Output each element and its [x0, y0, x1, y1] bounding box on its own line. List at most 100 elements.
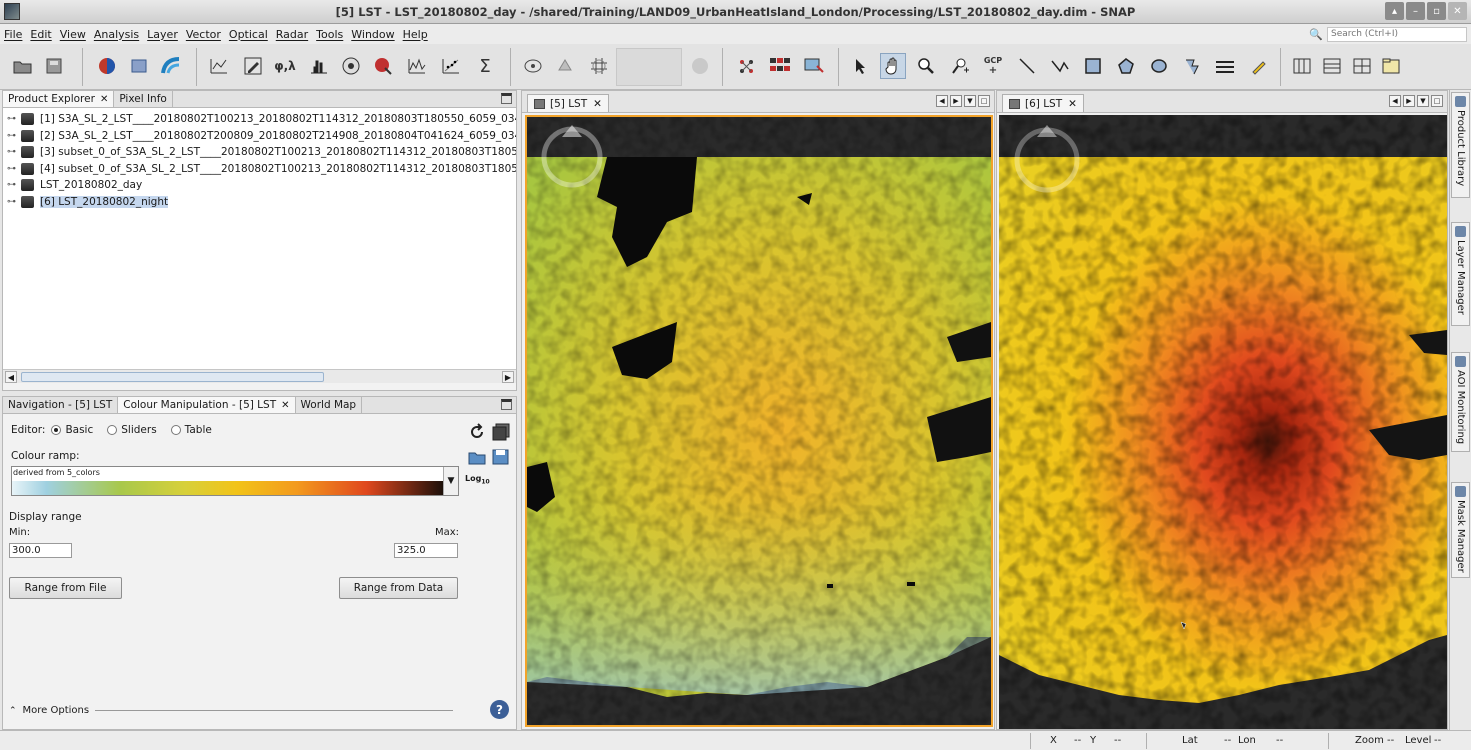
graticule-icon[interactable] [586, 53, 612, 79]
expand-icon[interactable]: ⊶ [3, 147, 16, 157]
sidebar-tab-product-library[interactable]: Product Library [1451, 92, 1470, 198]
vector-data-icon[interactable] [1212, 53, 1238, 79]
profile-plot-icon[interactable] [404, 53, 430, 79]
restore-icon[interactable]: – [1406, 2, 1425, 20]
gcp-placing-icon[interactable]: GCP + [980, 53, 1006, 79]
rectangle-drawing-icon[interactable] [1080, 53, 1106, 79]
minimize-icon[interactable]: ▴ [1385, 2, 1404, 20]
time-series-icon[interactable] [206, 53, 232, 79]
mosaic-icon[interactable] [767, 53, 793, 79]
product-node[interactable]: ⊶ [2] S3A_SL_2_LST____20180802T200809_201… [3, 128, 516, 145]
tab-navigation[interactable]: Navigation - [5] LST [3, 397, 119, 413]
expand-icon[interactable]: ⊶ [3, 131, 16, 141]
product-node[interactable]: ⊶ [3] subset_0_of_S3A_SL_2_LST____2018080… [3, 144, 516, 161]
menu-window[interactable]: Window [347, 28, 398, 41]
scroll-right-icon[interactable]: ▶ [502, 371, 514, 383]
information-icon[interactable] [338, 53, 364, 79]
save-product-icon[interactable] [42, 53, 68, 79]
tab-world-map[interactable]: World Map [296, 397, 363, 413]
lst-day-image[interactable] [525, 115, 993, 727]
sidebar-tab-mask-manager[interactable]: Mask Manager [1451, 482, 1470, 578]
range-from-data-button[interactable]: Range from Data [339, 577, 458, 599]
chevron-down-icon[interactable]: ▼ [443, 467, 458, 495]
zoom-tool-icon[interactable] [913, 53, 939, 79]
minimize-panel-icon[interactable] [501, 93, 512, 104]
tile-single-icon[interactable] [1378, 53, 1404, 79]
prev-icon[interactable]: ◀ [1389, 95, 1401, 107]
menu-optical[interactable]: Optical [225, 28, 272, 41]
pixel-spectrum-icon[interactable] [734, 53, 760, 79]
edit-icon[interactable] [240, 53, 266, 79]
reprojection-icon[interactable] [801, 53, 827, 79]
sync-views-icon[interactable] [552, 53, 578, 79]
close-icon[interactable]: ✕ [281, 400, 289, 411]
maximize-icon[interactable]: □ [978, 95, 990, 107]
polygon-drawing-icon[interactable] [1113, 53, 1139, 79]
more-options-toggle[interactable]: ⌃ More Options [9, 705, 454, 716]
close-icon[interactable]: ✕ [1448, 2, 1467, 20]
next-icon[interactable]: ▶ [1403, 95, 1415, 107]
view-tab-6[interactable]: [6] LST ✕ [1002, 94, 1084, 112]
select-tool-icon[interactable] [848, 53, 874, 79]
expand-icon[interactable]: ⊶ [3, 164, 16, 174]
menu-tools[interactable]: Tools [312, 28, 347, 41]
pan-tool-icon[interactable] [880, 53, 906, 79]
product-node[interactable]: ⊶ [6] LST_20180802_night [3, 194, 516, 211]
menu-vector[interactable]: Vector [182, 28, 225, 41]
colour-ramp-selector[interactable]: derived from 5_colors ▼ [11, 466, 459, 496]
menu-radar[interactable]: Radar [272, 28, 312, 41]
maximize-icon[interactable]: □ [1431, 95, 1443, 107]
rgb-image-icon[interactable] [126, 53, 152, 79]
tile-horizontal-icon[interactable] [1289, 53, 1315, 79]
help-icon[interactable]: ? [490, 700, 509, 719]
tab-product-explorer[interactable]: Product Explorer ✕ [3, 91, 115, 107]
histogram-icon[interactable] [306, 53, 332, 79]
menu-view[interactable]: View [56, 28, 90, 41]
pencil-icon[interactable] [1246, 53, 1272, 79]
expand-icon[interactable]: ⊶ [3, 197, 16, 207]
search-input[interactable] [1327, 26, 1467, 42]
log10-toggle[interactable]: Log10 [465, 474, 490, 486]
statistics-icon[interactable] [371, 53, 397, 79]
range-from-file-button[interactable]: Range from File [9, 577, 122, 599]
close-icon[interactable]: ✕ [100, 94, 108, 105]
ellipse-drawing-icon[interactable] [1146, 53, 1172, 79]
chevron-down-icon[interactable]: ▼ [964, 95, 976, 107]
product-node[interactable]: ⊶ [4] subset_0_of_S3A_SL_2_LST____2018080… [3, 161, 516, 178]
magic-wand-icon[interactable] [1180, 53, 1206, 79]
tile-evenly-icon[interactable] [1349, 53, 1375, 79]
close-icon[interactable]: ✕ [1068, 98, 1077, 110]
pin-placing-icon[interactable] [947, 53, 973, 79]
prev-icon[interactable]: ◀ [936, 95, 948, 107]
horizontal-scrollbar[interactable]: ◀ ▶ [3, 369, 516, 383]
tile-vertical-icon[interactable] [1319, 53, 1345, 79]
wave-icon[interactable] [158, 53, 184, 79]
view-tab-5[interactable]: [5] LST ✕ [527, 94, 609, 112]
max-field[interactable]: 325.0 [394, 543, 458, 558]
reset-icon[interactable] [467, 422, 487, 442]
min-field[interactable]: 300.0 [9, 543, 72, 558]
menu-edit[interactable]: Edit [26, 28, 55, 41]
sum-icon[interactable]: Σ [472, 53, 498, 79]
chevron-down-icon[interactable]: ▼ [1417, 95, 1429, 107]
scroll-left-icon[interactable]: ◀ [5, 371, 17, 383]
range-finder-icon[interactable] [520, 53, 546, 79]
sidebar-tab-aoi-monitoring[interactable]: AOI Monitoring [1451, 352, 1470, 452]
band-maths-icon[interactable] [94, 53, 120, 79]
next-icon[interactable]: ▶ [950, 95, 962, 107]
menu-file[interactable]: File [0, 28, 26, 41]
editor-sliders-radio[interactable] [107, 425, 118, 435]
menu-layer[interactable]: Layer [143, 28, 182, 41]
editor-table-radio[interactable] [170, 425, 181, 435]
expand-icon[interactable]: ⊶ [3, 180, 16, 190]
product-node[interactable]: ⊶ LST_20180802_day [3, 177, 516, 194]
lst-night-image[interactable] [999, 115, 1447, 729]
import-icon[interactable] [467, 446, 487, 466]
product-node[interactable]: ⊶ [1] S3A_SL_2_LST____20180802T100213_201… [3, 111, 516, 128]
line-drawing-icon[interactable] [1014, 53, 1040, 79]
sidebar-tab-layer-manager[interactable]: Layer Manager [1451, 222, 1470, 326]
tab-pixel-info[interactable]: Pixel Info [114, 91, 173, 107]
maximize-icon[interactable]: ▫ [1427, 2, 1446, 20]
scroll-thumb[interactable] [21, 372, 324, 382]
geo-coding-icon[interactable]: φ,λ [272, 53, 298, 79]
